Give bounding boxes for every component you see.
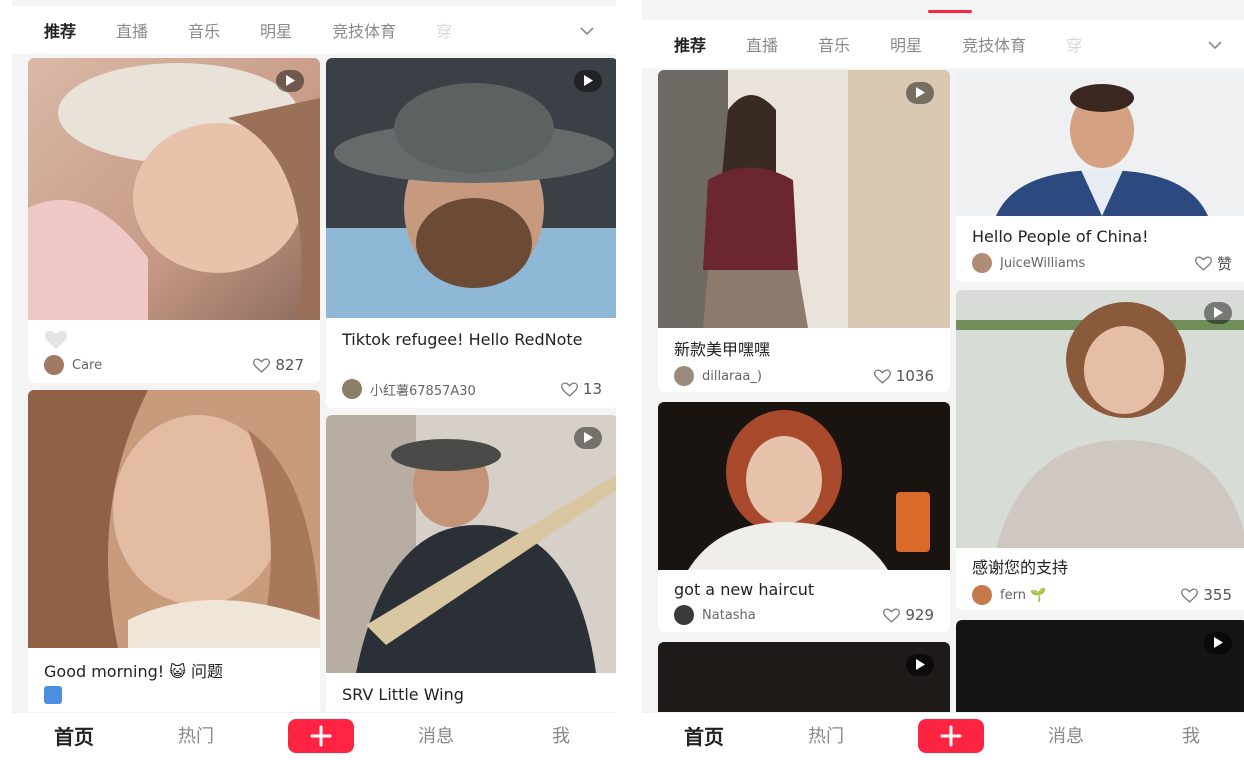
tab-sports[interactable]: 竞技体育 (962, 32, 1026, 56)
tab-live[interactable]: 直播 (116, 18, 148, 42)
avatar[interactable] (972, 585, 992, 605)
post-caption[interactable]: Hello People of China! (972, 225, 1236, 248)
like-count: 1036 (895, 367, 934, 385)
play-icon[interactable] (574, 427, 602, 449)
post-caption[interactable]: SRV Little Wing (342, 683, 606, 706)
like-button[interactable]: 1036 (873, 367, 934, 385)
like-button[interactable]: 355 (1181, 586, 1232, 604)
post-thumbnail (326, 415, 616, 673)
heart-outline-icon (873, 368, 891, 384)
avatar[interactable] (44, 355, 64, 375)
post-thumbnail (326, 58, 616, 318)
play-icon[interactable] (276, 70, 304, 92)
chevron-down-icon[interactable] (1200, 30, 1230, 58)
heart-outline-icon (1195, 255, 1212, 271)
category-tabs: 推荐 直播 音乐 明星 竞技体育 穿 (12, 6, 616, 54)
avatar[interactable] (674, 605, 694, 625)
tab-sports[interactable]: 竞技体育 (332, 18, 396, 42)
tab-music[interactable]: 音乐 (188, 18, 220, 42)
avatar[interactable] (674, 366, 694, 386)
nav-hot[interactable]: 热门 (808, 713, 844, 760)
heart-outline-icon (1181, 587, 1199, 603)
tab-live[interactable]: 直播 (746, 32, 778, 56)
feed-card[interactable]: SRV Little Wing (326, 415, 616, 720)
tab-recommend[interactable]: 推荐 (44, 18, 76, 42)
post-caption[interactable]: 新款美甲嘿嘿 (674, 338, 938, 361)
post-thumbnail (28, 58, 320, 320)
plus-icon (940, 725, 962, 747)
post-caption[interactable]: Good morning! 😺 问题 (44, 660, 308, 683)
like-button[interactable]: 929 (883, 606, 934, 624)
feed-card[interactable]: 感谢您的支持 fern 🌱 355 (956, 290, 1244, 610)
nav-messages[interactable]: 消息 (418, 713, 454, 760)
create-post-button[interactable] (288, 719, 354, 753)
feed-card[interactable]: Care 827 (28, 58, 320, 383)
post-thumbnail (956, 290, 1244, 548)
avatar[interactable] (972, 253, 992, 273)
like-button[interactable]: 赞 (1195, 253, 1232, 274)
post-thumbnail (28, 390, 320, 648)
feed-screen-left: 推荐 直播 音乐 明星 竞技体育 穿 Care 827 Tiktok refug… (12, 0, 616, 760)
tab-music[interactable]: 音乐 (818, 32, 850, 56)
tab-recommend[interactable]: 推荐 (674, 32, 706, 56)
emoji-icon (44, 686, 62, 704)
heart-outline-icon (883, 607, 901, 623)
nav-home[interactable]: 首页 (54, 713, 94, 760)
play-icon[interactable] (574, 70, 602, 92)
like-count: 929 (905, 606, 934, 624)
post-caption[interactable]: got a new haircut (674, 578, 938, 601)
tab-fashion[interactable]: 穿 (436, 18, 452, 42)
like-button[interactable]: 13 (560, 380, 602, 398)
author-name[interactable]: Care (72, 358, 253, 373)
tab-fashion[interactable]: 穿 (1066, 32, 1082, 56)
like-count: 355 (1203, 586, 1232, 604)
tab-celebrity[interactable]: 明星 (260, 18, 292, 42)
author-name[interactable]: Natasha (702, 608, 883, 623)
bottom-navigation: 首页 热门 消息 我 (12, 712, 616, 760)
play-icon[interactable] (906, 82, 934, 104)
nav-messages[interactable]: 消息 (1048, 713, 1084, 760)
post-thumbnail (956, 70, 1244, 216)
nav-home[interactable]: 首页 (684, 713, 724, 760)
play-icon[interactable] (1204, 302, 1232, 324)
feed-card[interactable]: Good morning! 😺 问题 (28, 390, 320, 720)
heart-outline-icon (560, 381, 578, 397)
post-caption[interactable]: Tiktok refugee! Hello RedNote (342, 328, 606, 351)
post-thumbnail (658, 402, 950, 570)
category-tabs: 推荐 直播 音乐 明星 竞技体育 穿 (642, 20, 1244, 68)
play-icon[interactable] (906, 654, 934, 676)
like-button[interactable]: 827 (253, 356, 304, 374)
heart-icon (45, 331, 67, 349)
heart-outline-icon (253, 357, 271, 373)
feed-card[interactable]: got a new haircut Natasha 929 (658, 402, 950, 632)
active-tab-indicator (928, 10, 972, 13)
author-name[interactable]: fern 🌱 (1000, 588, 1181, 603)
bottom-navigation: 首页 热门 消息 我 (642, 712, 1244, 760)
nav-me[interactable]: 我 (552, 713, 570, 760)
feed-card[interactable]: Hello People of China! JuiceWilliams 赞 (956, 70, 1244, 282)
avatar[interactable] (342, 379, 362, 399)
like-count: 827 (275, 356, 304, 374)
feed-screen-right: 推荐 直播 音乐 明星 竞技体育 穿 新款美甲嘿嘿 dillaraa_) 103… (642, 0, 1244, 760)
feed-card[interactable]: Tiktok refugee! Hello RedNote 小红薯67857A3… (326, 58, 616, 408)
plus-icon (310, 725, 332, 747)
feed-card[interactable]: 新款美甲嘿嘿 dillaraa_) 1036 (658, 70, 950, 392)
post-caption[interactable]: 感谢您的支持 (972, 556, 1236, 579)
tab-celebrity[interactable]: 明星 (890, 32, 922, 56)
nav-me[interactable]: 我 (1182, 713, 1200, 760)
like-count: 13 (582, 380, 602, 398)
author-name[interactable]: dillaraa_) (702, 369, 874, 384)
create-post-button[interactable] (918, 719, 984, 753)
chevron-down-icon[interactable] (572, 16, 602, 44)
author-name[interactable]: JuiceWilliams (1000, 256, 1195, 271)
like-count: 赞 (1216, 254, 1232, 273)
author-name[interactable]: 小红薯67857A30 (370, 380, 561, 399)
play-icon[interactable] (1204, 632, 1232, 654)
post-thumbnail (658, 70, 950, 328)
nav-hot[interactable]: 热门 (178, 713, 214, 760)
